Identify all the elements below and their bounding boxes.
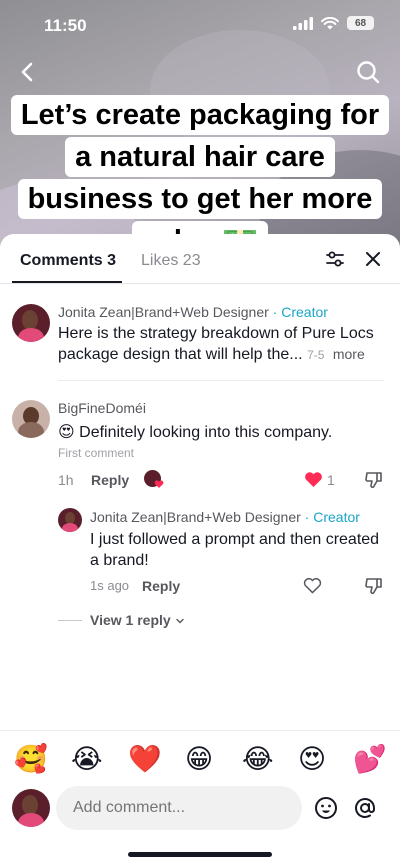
comment-author[interactable]: Jonita Zean|Brand+Web Designer · Creator bbox=[58, 304, 328, 320]
reply-text[interactable]: I just followed a prompt and then create… bbox=[90, 529, 390, 571]
two-hearts-emoji[interactable]: 💕 bbox=[353, 743, 387, 775]
author-name[interactable]: Jonita Zean|Brand+Web Designer bbox=[90, 509, 301, 525]
comment-time: 1h bbox=[58, 472, 74, 488]
active-tab-indicator bbox=[12, 281, 122, 283]
tab-likes[interactable]: Likes 23 bbox=[141, 252, 201, 270]
creator-badge: · Creator bbox=[304, 509, 360, 525]
status-icons: 68 bbox=[293, 16, 374, 30]
caption-line: Let’s create packaging for bbox=[10, 95, 390, 135]
comment-text[interactable]: 😍 Definitely looking into this company. bbox=[58, 422, 388, 443]
creator-liked-badge bbox=[144, 470, 164, 490]
comment-text-line: Here is the strategy breakdown of Pure L… bbox=[58, 325, 374, 342]
comment-date: 7-5 bbox=[307, 348, 325, 362]
grin-emoji[interactable]: 😁 bbox=[185, 743, 213, 775]
filter-icon[interactable] bbox=[324, 248, 346, 270]
comment-text-line: package design that will help the... 7-5… bbox=[58, 344, 388, 366]
search-icon[interactable] bbox=[354, 58, 382, 86]
home-indicator bbox=[128, 852, 272, 857]
close-icon[interactable] bbox=[362, 248, 384, 270]
author-name[interactable]: Jonita Zean|Brand+Web Designer bbox=[58, 304, 269, 320]
red-heart-emoji[interactable]: ❤️ bbox=[128, 743, 162, 775]
divider bbox=[58, 380, 384, 381]
comment-text[interactable]: Here is the strategy breakdown of Pure L… bbox=[58, 323, 388, 366]
caption-line: a natural hair care bbox=[65, 137, 335, 177]
dislike-icon[interactable] bbox=[364, 576, 384, 596]
status-time: 11:50 bbox=[44, 16, 87, 35]
comment-input-row bbox=[0, 786, 400, 836]
tears-of-joy-emoji[interactable]: 😂 bbox=[242, 743, 274, 775]
avatar[interactable] bbox=[12, 789, 50, 827]
heart-eyes-emoji: 😍 bbox=[58, 424, 75, 441]
creator-badge: · Creator bbox=[272, 304, 328, 320]
comment-text-line: a brand! bbox=[90, 552, 149, 569]
comment-author[interactable]: BigFineDoméi bbox=[58, 400, 146, 416]
more-link[interactable]: more bbox=[333, 346, 365, 362]
comment-time: 1s ago bbox=[90, 578, 130, 593]
like-heart-icon[interactable] bbox=[304, 471, 323, 488]
avatar[interactable] bbox=[58, 508, 82, 532]
mention-icon[interactable] bbox=[353, 796, 377, 820]
like-count: 1 bbox=[327, 472, 335, 488]
like-heart-outline-icon[interactable] bbox=[303, 577, 322, 594]
reply-button[interactable]: Reply bbox=[91, 472, 129, 488]
tab-bar: Comments 3 Likes 23 bbox=[0, 234, 400, 284]
wifi-icon bbox=[321, 16, 339, 29]
view-replies-button[interactable]: View 1 reply bbox=[90, 612, 185, 628]
battery-icon: 68 bbox=[347, 16, 374, 30]
emoji-picker-icon[interactable] bbox=[314, 796, 338, 820]
caption-line: business to get her more bbox=[17, 179, 383, 219]
tab-comments[interactable]: Comments 3 bbox=[20, 252, 116, 270]
smiling-hearts-emoji[interactable]: 🥰 bbox=[14, 743, 48, 775]
view-replies-label: View 1 reply bbox=[90, 612, 171, 628]
reply-button[interactable]: Reply bbox=[142, 578, 180, 594]
avatar[interactable] bbox=[12, 400, 50, 438]
dislike-icon[interactable] bbox=[364, 470, 384, 490]
heart-eyes-emoji[interactable]: 😍 bbox=[298, 743, 326, 775]
signal-icon bbox=[293, 16, 313, 30]
comment-text-line: I just followed a prompt and then create… bbox=[90, 531, 380, 548]
status-bar: 11:50 68 bbox=[0, 0, 400, 50]
crying-emoji[interactable]: 😭 bbox=[71, 743, 103, 775]
comment-text-fragment: Definitely looking into this company. bbox=[79, 424, 333, 441]
add-comment-input[interactable] bbox=[56, 786, 302, 830]
chevron-down-icon bbox=[175, 619, 184, 624]
heart-icon bbox=[154, 480, 164, 488]
comment-author[interactable]: Jonita Zean|Brand+Web Designer · Creator bbox=[90, 509, 360, 525]
back-arrow-icon[interactable] bbox=[14, 58, 42, 86]
first-comment-label: First comment bbox=[58, 446, 135, 460]
view-replies-line bbox=[58, 620, 82, 621]
emoji-quick-bar: 🥰 😭 ❤️ 😁 😂 😍 💕 bbox=[0, 730, 400, 786]
comment-text-fragment: package design that will help the... bbox=[58, 346, 303, 363]
avatar[interactable] bbox=[12, 304, 50, 342]
